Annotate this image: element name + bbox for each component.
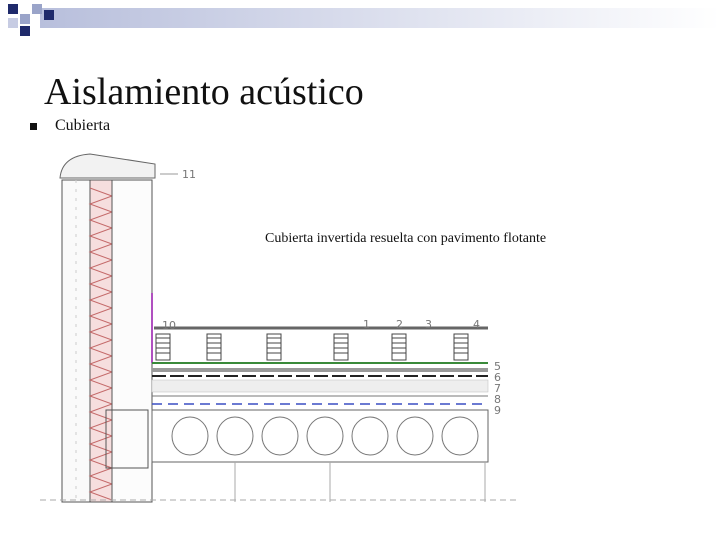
slide-title: Aislamiento acústico [44,71,364,113]
callout-1: 1 [363,318,370,331]
pedestals [155,333,469,361]
drawing-caption: Cubierta invertida resuelta con paviment… [265,231,547,246]
callout-11: 11 [182,168,196,181]
parapet-cap [59,153,156,179]
callout-2: 2 [396,318,403,331]
square-bullet-icon [30,122,37,130]
callout-3: 3 [425,318,432,331]
roof-section-drawing: 11 10 1 2 3 4 5 6 7 8 9 [40,153,520,503]
callout-10: 10 [162,319,176,332]
callout-4: 4 [473,318,480,331]
bullet-item: Cubierta [30,117,110,135]
bullet-label: Cubierta [55,117,111,134]
parapet-wall-inner [111,179,153,503]
parapet-wall-outer [61,179,91,503]
header-decoration [8,4,720,36]
callout-9: 9 [494,404,501,417]
